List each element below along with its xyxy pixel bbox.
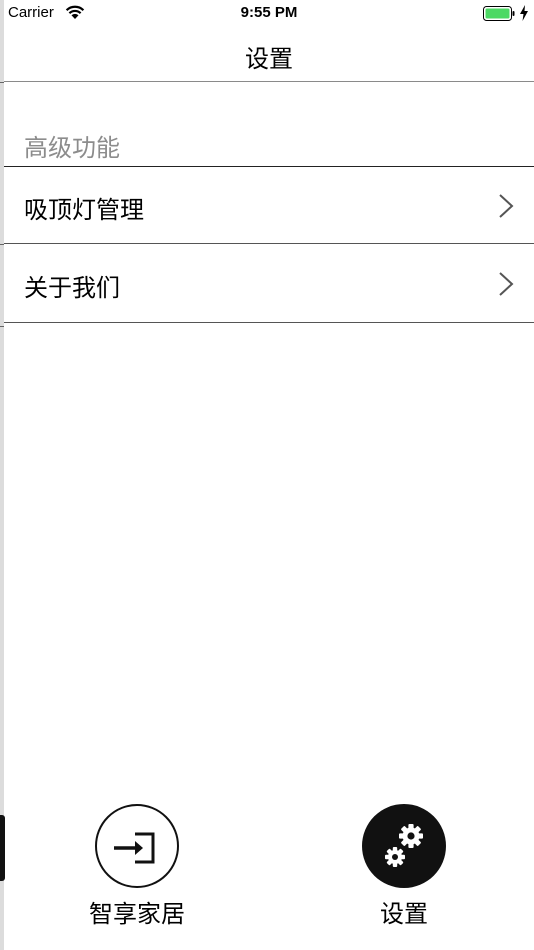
tab-smart-home[interactable]: 智享家居 [57,804,217,928]
left-edge-handle[interactable] [0,815,5,881]
tab-settings[interactable]: 设置 [324,804,484,928]
left-edge-divider [0,82,4,83]
login-arrow-icon [114,832,155,864]
tab-label: 设置 [380,900,428,928]
left-edge-divider [0,326,4,327]
tab-icon-circle [362,804,446,888]
gears-icon [385,824,423,867]
left-edge-strip [0,0,4,950]
settings-row-about-us[interactable]: 关于我们 [4,245,534,323]
section-header-advanced: 高级功能 [24,134,120,162]
battery-icon [483,6,515,21]
chevron-right-icon [499,272,514,296]
settings-row-label: 关于我们 [24,274,120,302]
status-time: 9:55 PM [240,4,298,21]
settings-row-label: 吸顶灯管理 [24,196,144,224]
settings-row-ceiling-light[interactable]: 吸顶灯管理 [4,166,534,244]
chevron-right-icon [499,194,514,218]
charging-bolt-icon [520,5,528,21]
status-bar: Carrier 9:55 PM [4,0,534,28]
page-title: 设置 [245,45,293,73]
tab-icon-circle [95,804,179,888]
tab-label: 智享家居 [89,900,185,928]
navigation-bar: 设置 [4,28,534,82]
